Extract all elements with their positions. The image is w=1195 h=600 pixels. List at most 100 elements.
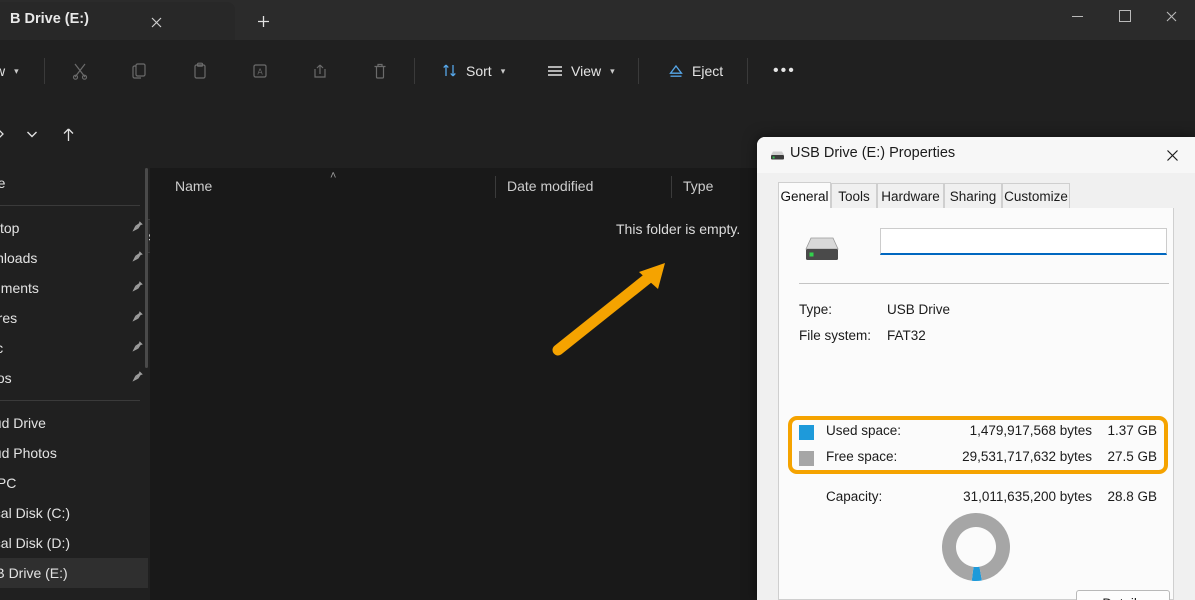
sidebar-item-label: oud Drive bbox=[0, 415, 46, 431]
dialog-tab-label: Hardware bbox=[881, 189, 940, 204]
pin-icon[interactable] bbox=[131, 280, 144, 296]
dialog-tab-list[interactable]: General Tools Hardware Sharing Customize bbox=[757, 183, 1195, 208]
screen: B Drive (E:) w ▾ bbox=[0, 0, 1195, 600]
sidebar-item[interactable]: wnloads bbox=[0, 243, 148, 273]
dialog-title-bar: USB Drive (E:) Properties bbox=[757, 137, 1195, 173]
details-button[interactable]: Details bbox=[1076, 590, 1170, 600]
chevron-down-icon: ▾ bbox=[14, 66, 19, 77]
sidebar-item-label: me bbox=[0, 175, 5, 191]
column-header-type[interactable]: Type bbox=[683, 178, 713, 194]
minimize-icon[interactable] bbox=[1054, 0, 1101, 32]
column-divider-2[interactable] bbox=[671, 176, 672, 198]
sidebar-item-label: wnloads bbox=[0, 250, 37, 266]
sidebar-item[interactable]: s PC bbox=[0, 468, 148, 498]
paste-button[interactable] bbox=[182, 54, 218, 88]
volume-label-input[interactable] bbox=[880, 228, 1167, 255]
sidebar-divider bbox=[0, 205, 140, 206]
sidebar-item-label: s PC bbox=[0, 475, 16, 491]
toolbar-divider-3 bbox=[638, 58, 639, 84]
field-value-type: USB Drive bbox=[887, 302, 950, 317]
sidebar-item[interactable]: oud Drive bbox=[0, 408, 148, 438]
sidebar-item[interactable]: SB Drive (E:) bbox=[0, 558, 148, 588]
column-header-date-modified[interactable]: Date modified bbox=[507, 178, 593, 194]
dialog-title: USB Drive (E:) Properties bbox=[790, 145, 955, 161]
forward-button[interactable] bbox=[0, 118, 16, 150]
dialog-tab-label: Tools bbox=[838, 189, 870, 204]
delete-button[interactable] bbox=[362, 54, 398, 88]
drive-icon bbox=[769, 149, 786, 162]
pin-icon[interactable] bbox=[131, 340, 144, 356]
column-header-name[interactable]: Name bbox=[175, 178, 212, 194]
sidebar-item-label: leos bbox=[0, 370, 12, 386]
new-label: w bbox=[0, 63, 5, 79]
pin-icon[interactable] bbox=[131, 310, 144, 326]
sidebar-scrollbar[interactable] bbox=[145, 168, 148, 368]
sort-button[interactable]: Sort ▾ bbox=[432, 54, 514, 88]
navigation-sidebar[interactable]: me sktop wnloads cuments tures sic leos oud Dri… bbox=[0, 168, 148, 600]
up-button[interactable] bbox=[52, 118, 84, 150]
toolbar-divider bbox=[44, 58, 45, 84]
eject-label: Eject bbox=[692, 63, 723, 79]
pin-icon[interactable] bbox=[131, 370, 144, 386]
field-value-file-system: FAT32 bbox=[887, 328, 926, 343]
window-controls bbox=[1054, 0, 1195, 32]
sidebar-item[interactable]: ocal Disk (D:) bbox=[0, 528, 148, 558]
share-icon bbox=[311, 62, 329, 80]
copy-button[interactable] bbox=[122, 54, 158, 88]
pin-icon[interactable] bbox=[131, 220, 144, 236]
sidebar-item-label: ocal Disk (D:) bbox=[0, 535, 70, 551]
eject-button[interactable]: Eject bbox=[658, 54, 732, 88]
close-icon[interactable] bbox=[1148, 0, 1195, 32]
new-tab-icon[interactable] bbox=[247, 8, 279, 34]
sort-ascending-icon: ˄ bbox=[330, 170, 336, 182]
more-options-button[interactable]: ••• bbox=[764, 54, 805, 88]
capacity-donut-chart bbox=[940, 511, 1012, 583]
dialog-tab-general[interactable]: General bbox=[778, 182, 831, 209]
scissors-icon bbox=[71, 62, 89, 80]
sidebar-item[interactable]: tures bbox=[0, 303, 148, 333]
view-button[interactable]: View ▾ bbox=[537, 54, 624, 88]
tab-label: B Drive (E:) bbox=[10, 11, 89, 27]
close-icon[interactable] bbox=[1150, 137, 1195, 173]
trash-icon bbox=[371, 62, 389, 80]
cut-button[interactable] bbox=[62, 54, 98, 88]
dialog-tab-customize[interactable]: Customize bbox=[1002, 183, 1070, 208]
sidebar-item-label: cuments bbox=[0, 280, 39, 296]
rename-icon: A bbox=[251, 62, 269, 80]
dialog-tab-label: General bbox=[780, 189, 828, 204]
sidebar-item[interactable]: sktop bbox=[0, 213, 148, 243]
dialog-tab-sharing[interactable]: Sharing bbox=[944, 183, 1002, 208]
column-divider[interactable] bbox=[495, 176, 496, 198]
eject-icon bbox=[667, 62, 685, 80]
capacity-size: 28.8 GB bbox=[1097, 489, 1157, 504]
share-button[interactable] bbox=[302, 54, 338, 88]
sidebar-item[interactable]: me bbox=[0, 168, 148, 198]
field-label-file-system: File system: bbox=[799, 328, 871, 343]
sidebar-item-label: oud Photos bbox=[0, 445, 57, 461]
chevron-down-icon: ▾ bbox=[501, 66, 506, 77]
sidebar-item[interactable]: oud Photos bbox=[0, 438, 148, 468]
chevron-down-icon: ▾ bbox=[610, 66, 615, 77]
annotation-highlight-box bbox=[788, 416, 1168, 474]
close-tab-icon[interactable] bbox=[144, 10, 168, 34]
sidebar-item-label: sic bbox=[0, 340, 3, 356]
sidebar-item[interactable]: cuments bbox=[0, 273, 148, 303]
pin-icon[interactable] bbox=[131, 250, 144, 266]
dialog-tab-label: Sharing bbox=[950, 189, 997, 204]
dialog-tab-tools[interactable]: Tools bbox=[831, 183, 877, 208]
view-icon bbox=[546, 62, 564, 80]
dialog-tab-hardware[interactable]: Hardware bbox=[877, 183, 944, 208]
tab-usb-drive-e[interactable]: B Drive (E:) bbox=[0, 2, 235, 40]
drive-icon-large bbox=[801, 233, 843, 265]
recent-locations-button[interactable] bbox=[16, 118, 48, 150]
sidebar-item-label: SB Drive (E:) bbox=[0, 565, 68, 581]
sidebar-item-label: tures bbox=[0, 310, 17, 326]
maximize-icon[interactable] bbox=[1101, 0, 1148, 32]
sidebar-item[interactable]: sic bbox=[0, 333, 148, 363]
rename-button[interactable]: A bbox=[242, 54, 278, 88]
sort-icon bbox=[441, 62, 459, 80]
new-button[interactable]: w ▾ bbox=[0, 54, 28, 88]
sidebar-item[interactable]: ocal Disk (C:) bbox=[0, 498, 148, 528]
sidebar-item[interactable]: leos bbox=[0, 363, 148, 393]
tab-strip: B Drive (E:) bbox=[0, 0, 1195, 40]
